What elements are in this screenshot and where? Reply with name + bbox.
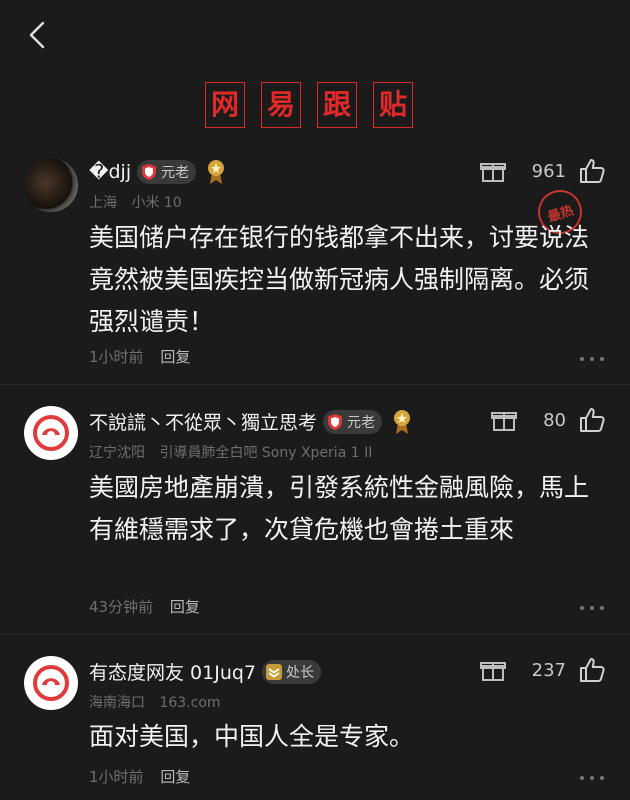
comment-actions: 80 <box>491 406 606 434</box>
username-row: 有态度网友 01Juq7 处长 <box>89 658 322 685</box>
device: 小米 10 <box>131 195 182 211</box>
more-icon <box>580 776 584 780</box>
reply-button[interactable]: 回复 <box>170 598 200 616</box>
comment-meta: 海南海口 163.com <box>89 692 221 712</box>
comment-time: 1小时前 <box>89 348 144 366</box>
comment-footer: 1小时前 回复 <box>89 346 190 367</box>
rank-chevron-icon <box>266 663 283 680</box>
comment-meta: 上海 小米 10 <box>89 192 182 212</box>
like-count: 961 <box>531 160 566 182</box>
rank-badge: 元老 <box>137 160 197 184</box>
like-count: 237 <box>531 659 566 681</box>
comment-text: 美国储户存在银行的钱都拿不出来，讨要说法竟然被美国疾控当做新冠病人强制隔离。必须… <box>89 223 590 336</box>
more-icon <box>590 357 594 361</box>
comment-actions: 961 <box>479 157 606 185</box>
username[interactable]: 有态度网友 01Juq7 <box>89 658 256 685</box>
title-char: 网 <box>205 82 245 128</box>
gift-icon[interactable] <box>479 158 506 184</box>
shield-icon <box>328 413 343 430</box>
more-icon <box>600 357 604 361</box>
device: 引導員肺全白吧 Sony Xperia 1 II <box>159 445 373 461</box>
username[interactable]: 不說謊丶不從眾丶獨立思考 <box>89 408 317 435</box>
more-button[interactable] <box>580 603 604 613</box>
username-row: �djj 元老 <box>89 159 226 185</box>
page-title: 网 易 跟 贴 <box>205 82 413 128</box>
more-icon <box>600 606 604 610</box>
badge-label: 元老 <box>161 165 190 181</box>
comment-time: 1小时前 <box>89 768 144 786</box>
avatar[interactable] <box>24 158 78 212</box>
like-count: 80 <box>543 409 566 431</box>
back-button[interactable] <box>22 18 52 52</box>
title-char: 易 <box>261 82 301 128</box>
more-icon <box>580 606 584 610</box>
thumb-up-icon[interactable] <box>578 656 606 684</box>
device: 163.com <box>159 695 221 711</box>
more-icon <box>590 606 594 610</box>
thumb-up-icon[interactable] <box>578 157 606 185</box>
netease-logo-icon <box>33 415 69 451</box>
comment-text: 面对美国，中国人全是专家。 <box>89 722 415 751</box>
gift-icon[interactable] <box>491 407 518 433</box>
title-char: 贴 <box>373 82 413 128</box>
avatar[interactable] <box>24 656 78 710</box>
more-icon <box>590 776 594 780</box>
location: 上海 <box>89 195 117 211</box>
location: 辽宁沈阳 <box>89 445 145 461</box>
reply-button[interactable]: 回复 <box>160 348 190 366</box>
comment-time: 43分钟前 <box>89 598 154 616</box>
more-button[interactable] <box>580 773 604 783</box>
username[interactable]: �djj <box>89 161 131 183</box>
comment-meta: 辽宁沈阳 引導員肺全白吧 Sony Xperia 1 II <box>89 442 372 462</box>
shield-icon <box>142 164 157 180</box>
comment-footer: 43分钟前 回复 <box>89 596 200 617</box>
rank-badge: 处长 <box>262 659 322 684</box>
netease-logo-icon <box>33 665 69 701</box>
more-icon <box>580 357 584 361</box>
comment-footer: 1小时前 回复 <box>89 766 190 787</box>
medal-icon <box>208 160 225 184</box>
more-button[interactable] <box>580 354 604 364</box>
gift-icon[interactable] <box>479 657 506 683</box>
rank-badge: 元老 <box>323 409 383 434</box>
location: 海南海口 <box>89 695 145 711</box>
more-icon <box>600 776 604 780</box>
medal-icon <box>394 409 411 434</box>
comment-actions: 237 <box>479 656 606 684</box>
back-icon <box>29 21 45 49</box>
avatar[interactable] <box>24 406 78 460</box>
divider <box>0 384 630 385</box>
reply-button[interactable]: 回复 <box>160 768 190 786</box>
comment-text: 美國房地產崩潰，引發系統性金融風險，馬上有維穩需求了，次貸危機也會捲土重來 <box>89 473 590 544</box>
divider <box>0 634 630 635</box>
title-char: 跟 <box>317 82 357 128</box>
username-row: 不說謊丶不從眾丶獨立思考 元老 <box>89 408 412 435</box>
badge-label: 处长 <box>286 664 315 681</box>
thumb-up-icon[interactable] <box>578 406 606 434</box>
badge-label: 元老 <box>347 414 376 431</box>
